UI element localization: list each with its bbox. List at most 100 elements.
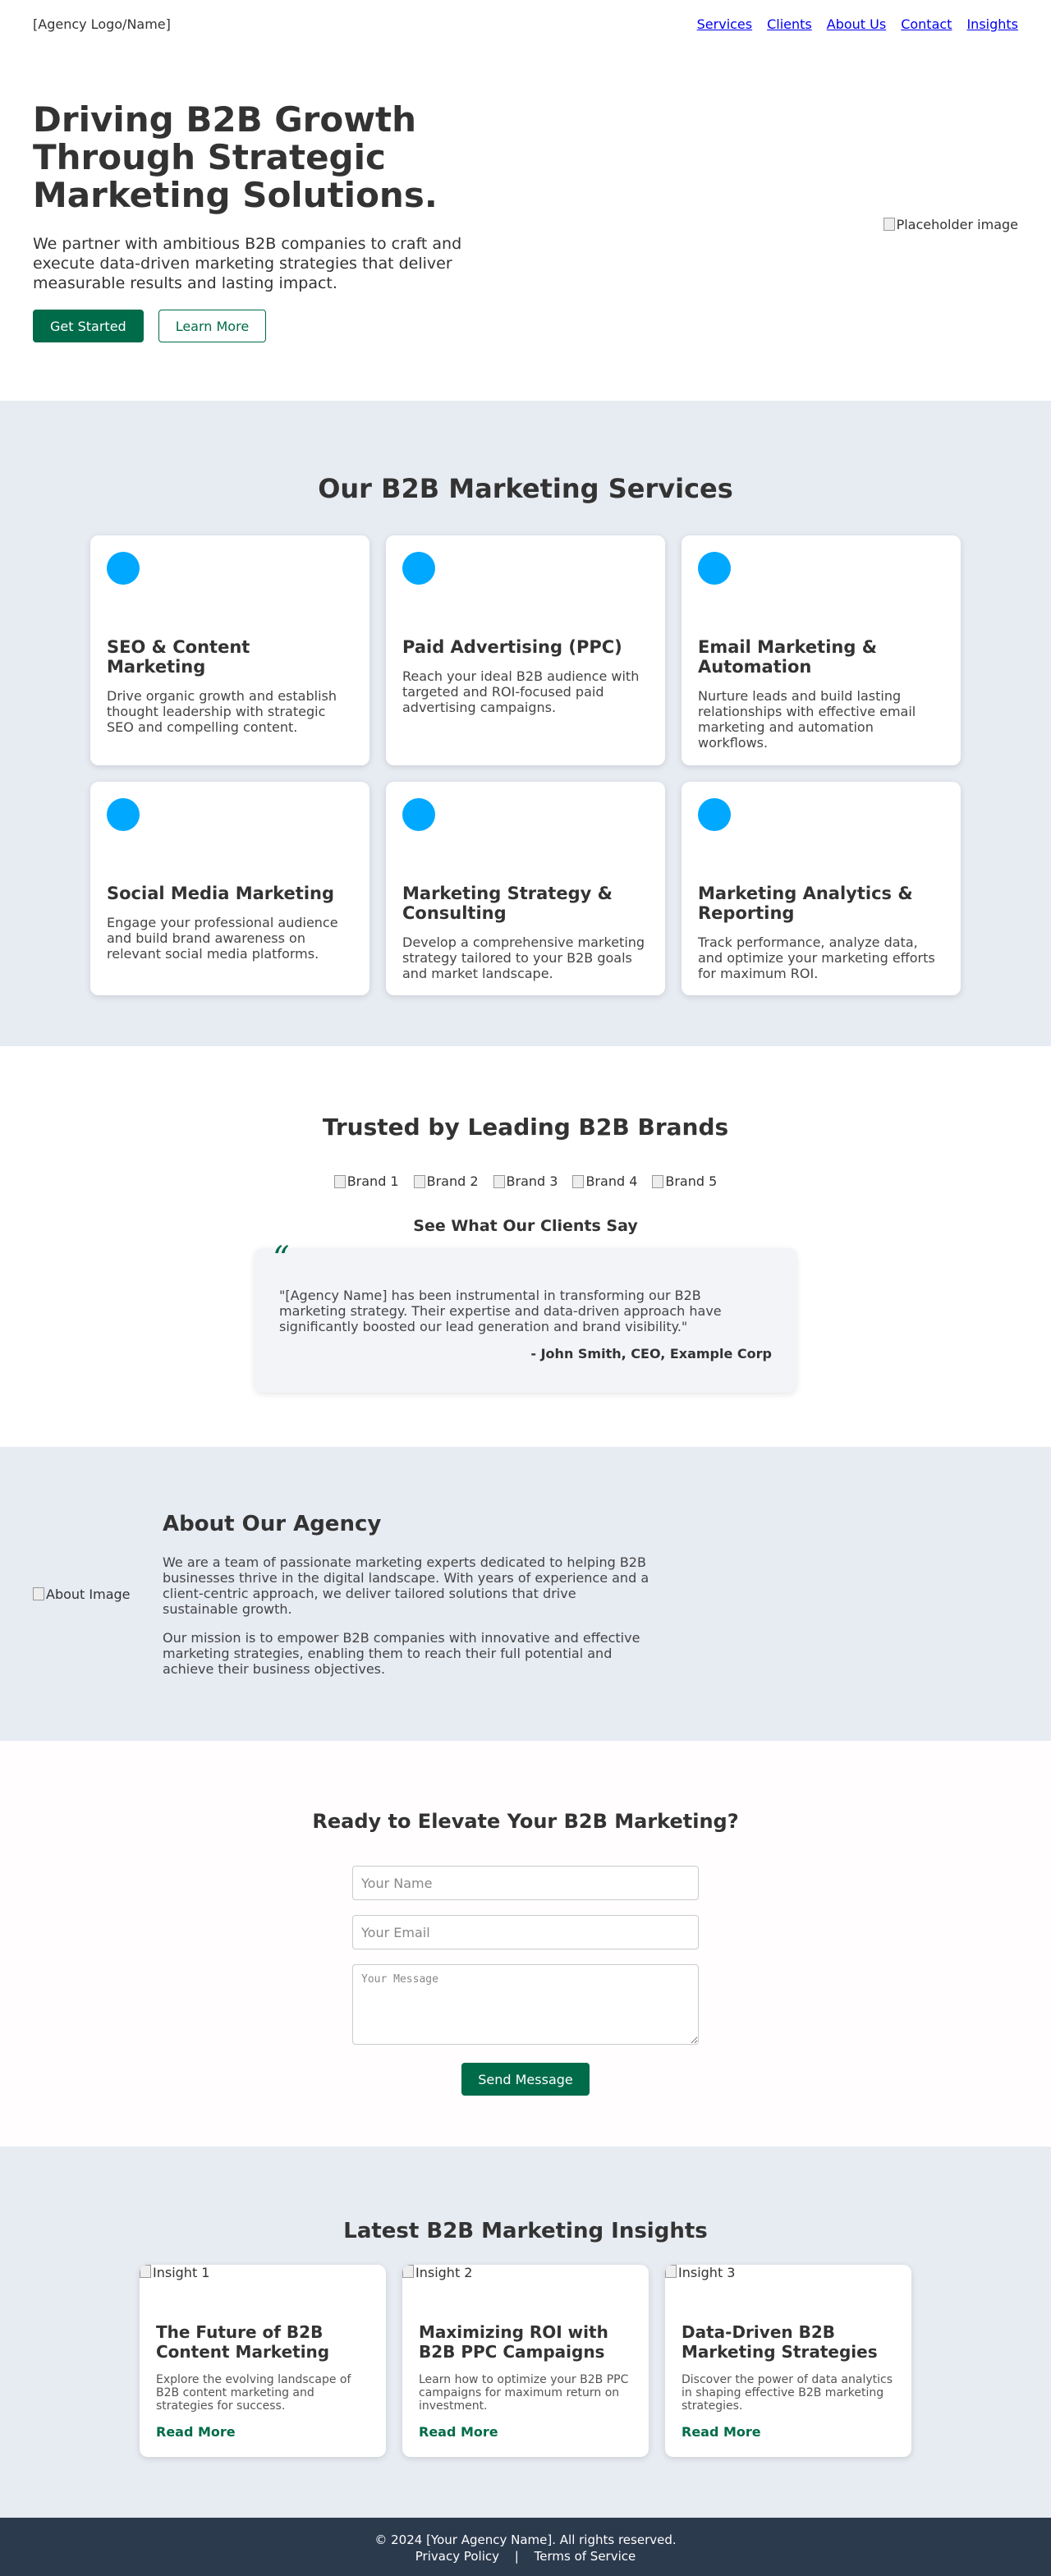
brand-logo: Brand 4 xyxy=(572,1173,637,1189)
broken-image-icon xyxy=(413,1174,425,1188)
nav-link-about[interactable]: About Us xyxy=(827,16,886,32)
trusted-section: Trusted by Leading B2B Brands Brand 1 Br… xyxy=(0,1046,1051,1447)
contact-section: Ready to Elevate Your B2B Marketing? Sen… xyxy=(0,1741,1051,2147)
service-icon xyxy=(698,552,731,585)
hero-section: Driving B2B Growth Through Strategic Mar… xyxy=(0,48,1051,401)
service-desc: Develop a comprehensive marketing strate… xyxy=(402,934,645,981)
broken-image-icon xyxy=(33,1587,44,1600)
insights-section: Latest B2B Marketing Insights Insight 1 … xyxy=(0,2147,1051,2518)
testimonial-author: - John Smith, CEO, Example Corp xyxy=(530,1346,772,1361)
testimonial-card: “ "[Agency Name] has been instrumental i… xyxy=(255,1240,796,1393)
about-text: About Our Agency We are a team of passio… xyxy=(163,1512,655,1677)
brand-logos: Brand 1 Brand 2 Brand 3 Brand 4 Brand 5 xyxy=(0,1173,1051,1189)
service-title: SEO & Content Marketing xyxy=(107,637,250,677)
nav-link-clients[interactable]: Clients xyxy=(767,16,812,32)
insight-body: Maximizing ROI with B2B PPC Campaigns Le… xyxy=(402,2306,649,2456)
brand-logo: Brand 2 xyxy=(413,1173,479,1189)
insight-card: Insight 2 Maximizing ROI with B2B PPC Ca… xyxy=(402,2265,649,2457)
copyright-text: © 2024 [Your Agency Name]. All rights re… xyxy=(374,2532,677,2547)
brand-logo: Brand 3 xyxy=(493,1173,558,1189)
quote-icon: “ xyxy=(273,1240,290,1278)
service-desc: Engage your professional audience and bu… xyxy=(107,915,338,962)
insight-body: Data-Driven B2B Marketing Strategies Dis… xyxy=(665,2306,911,2456)
about-paragraph: We are a team of passionate marketing ex… xyxy=(163,1554,649,1617)
service-card: Marketing Analytics & Reporting Track pe… xyxy=(682,782,961,995)
insight-desc: Learn how to optimize your B2B PPC campa… xyxy=(419,2373,629,2413)
service-icon xyxy=(402,552,435,585)
footer-links: Privacy Policy | Terms of Service xyxy=(0,2549,1051,2564)
send-message-button[interactable]: Send Message xyxy=(461,2063,590,2096)
nav-link-insights[interactable]: Insights xyxy=(966,16,1018,32)
insight-image: Insight 2 xyxy=(402,2265,649,2306)
contact-form: Send Message xyxy=(352,1866,699,2096)
broken-image-icon xyxy=(883,218,895,231)
insight-desc: Explore the evolving landscape of B2B co… xyxy=(156,2373,351,2413)
about-title: About Our Agency xyxy=(163,1511,382,1536)
get-started-button[interactable]: Get Started xyxy=(33,310,144,342)
site-footer: © 2024 [Your Agency Name]. All rights re… xyxy=(0,2518,1051,2576)
learn-more-button[interactable]: Learn More xyxy=(158,310,267,342)
service-desc: Drive organic growth and establish thoug… xyxy=(107,688,337,735)
service-title: Marketing Strategy & Consulting xyxy=(402,884,613,923)
read-more-link[interactable]: Read More xyxy=(682,2424,895,2440)
service-card: Email Marketing & Automation Nurture lea… xyxy=(682,535,961,765)
insight-body: The Future of B2B Content Marketing Expl… xyxy=(140,2306,386,2456)
email-field[interactable] xyxy=(352,1915,699,1949)
read-more-link[interactable]: Read More xyxy=(419,2424,632,2440)
about-section: About Image About Our Agency We are a te… xyxy=(0,1447,1051,1741)
service-card: Paid Advertising (PPC) Reach your ideal … xyxy=(386,535,665,765)
privacy-policy-link[interactable]: Privacy Policy xyxy=(415,2549,499,2564)
broken-image-icon xyxy=(652,1174,664,1188)
insight-title: Data-Driven B2B Marketing Strategies xyxy=(682,2322,878,2362)
insight-desc: Discover the power of data analytics in … xyxy=(682,2373,893,2413)
service-desc: Nurture leads and build lasting relation… xyxy=(698,688,916,751)
terms-of-service-link[interactable]: Terms of Service xyxy=(535,2549,636,2564)
broken-image-icon xyxy=(402,2265,414,2278)
hero-text: Driving B2B Growth Through Strategic Mar… xyxy=(33,101,493,342)
hero-image: Placeholder image xyxy=(883,217,1018,232)
insight-card: Insight 3 Data-Driven B2B Marketing Stra… xyxy=(665,2265,911,2457)
footer-separator: | xyxy=(514,2549,519,2564)
brand-logo: Brand 5 xyxy=(652,1173,717,1189)
insight-image-alt: Insight 3 xyxy=(678,2265,736,2280)
insights-title: Latest B2B Marketing Insights xyxy=(343,2219,708,2243)
service-card: Marketing Strategy & Consulting Develop … xyxy=(386,782,665,995)
broken-image-icon xyxy=(140,2265,151,2278)
service-icon xyxy=(402,798,435,831)
site-header: [Agency Logo/Name] Services Clients Abou… xyxy=(0,0,1051,48)
about-paragraph: Our mission is to empower B2B companies … xyxy=(163,1629,640,1677)
trusted-title: Trusted by Leading B2B Brands xyxy=(322,1114,729,1141)
brand-alt: Brand 5 xyxy=(665,1173,718,1189)
insight-image: Insight 1 xyxy=(140,2265,386,2306)
service-title: Email Marketing & Automation xyxy=(698,637,878,677)
hero-buttons: Get Started Learn More xyxy=(33,310,493,342)
hero-image-alt: Placeholder image xyxy=(896,216,1018,232)
testimonial-quote: "[Agency Name] has been instrumental in … xyxy=(279,1288,722,1334)
insight-title: The Future of B2B Content Marketing xyxy=(156,2322,330,2362)
brand-alt: Brand 4 xyxy=(585,1173,638,1189)
services-grid: SEO & Content Marketing Drive organic gr… xyxy=(90,535,961,995)
nav-link-services[interactable]: Services xyxy=(697,16,752,32)
broken-image-icon xyxy=(333,1174,346,1188)
nav-link-contact[interactable]: Contact xyxy=(901,16,952,32)
service-desc: Track performance, analyze data, and opt… xyxy=(698,934,935,981)
name-field[interactable] xyxy=(352,1866,699,1900)
agency-logo[interactable]: [Agency Logo/Name] xyxy=(33,16,171,32)
insight-image-alt: Insight 1 xyxy=(153,2265,210,2280)
message-field[interactable] xyxy=(352,1964,699,2045)
service-title: Paid Advertising (PPC) xyxy=(402,637,622,657)
service-icon xyxy=(107,798,140,831)
brand-alt: Brand 1 xyxy=(347,1173,399,1189)
insight-image: Insight 3 xyxy=(665,2265,911,2306)
services-section: Our B2B Marketing Services SEO & Content… xyxy=(0,401,1051,1046)
services-title: Our B2B Marketing Services xyxy=(318,473,733,504)
brand-logo: Brand 1 xyxy=(333,1173,399,1189)
hero-subtitle: We partner with ambitious B2B companies … xyxy=(33,235,462,292)
contact-title: Ready to Elevate Your B2B Marketing? xyxy=(312,1810,739,1833)
broken-image-icon xyxy=(572,1174,585,1188)
read-more-link[interactable]: Read More xyxy=(156,2424,369,2440)
brand-alt: Brand 2 xyxy=(426,1173,479,1189)
insights-grid: Insight 1 The Future of B2B Content Mark… xyxy=(140,2265,911,2457)
testimonial-title: See What Our Clients Say xyxy=(413,1217,638,1235)
insight-title: Maximizing ROI with B2B PPC Campaigns xyxy=(419,2322,608,2362)
